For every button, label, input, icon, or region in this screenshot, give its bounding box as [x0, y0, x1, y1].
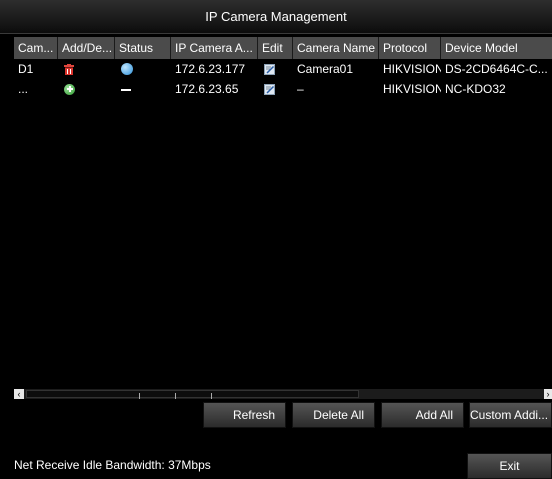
online-status-icon	[121, 63, 133, 75]
cell-protocol: HIKVISION	[383, 82, 441, 96]
refresh-button[interactable]: Refresh	[203, 402, 286, 428]
scroll-right-arrow-icon[interactable]: ›	[544, 389, 552, 399]
horizontal-scrollbar[interactable]: ‹ ›	[14, 389, 552, 399]
table-header: Cam... Add/De... Status IP Camera A... E…	[14, 37, 552, 59]
window-title-text: IP Camera Management	[205, 9, 347, 24]
table-row[interactable]: ... 172.6.23.65 – HIKVISION NC-KDO32	[14, 79, 552, 99]
custom-add-button[interactable]: Custom Addi...	[469, 402, 552, 428]
cell-ip-address: 172.6.23.65	[175, 82, 239, 96]
cell-device-model: DS-2CD6464C-C...	[445, 62, 548, 76]
header-device-model[interactable]: Device Model	[441, 37, 552, 59]
header-protocol[interactable]: Protocol	[379, 37, 441, 59]
table-row[interactable]: D1 172.6.23.177 Camera01 HIKVISION DS-2C…	[14, 59, 552, 79]
scrollbar-tick	[139, 393, 140, 399]
scrollbar-tick	[211, 393, 212, 399]
header-add-delete[interactable]: Add/De...	[58, 37, 115, 59]
cell-ip-address: 172.6.23.177	[175, 62, 246, 76]
camera-table: Cam... Add/De... Status IP Camera A... E…	[14, 37, 552, 387]
header-camera[interactable]: Cam...	[14, 37, 58, 59]
add-all-button[interactable]: Add All	[381, 402, 464, 428]
edit-icon[interactable]	[264, 63, 275, 75]
delete-all-button[interactable]: Delete All	[292, 402, 375, 428]
edit-icon[interactable]	[264, 83, 275, 95]
cell-camera-name: Camera01	[297, 62, 354, 76]
scrollbar-thumb[interactable]	[26, 390, 359, 399]
header-edit[interactable]: Edit	[258, 37, 293, 59]
exit-button[interactable]: Exit	[467, 453, 552, 479]
cell-camera: ...	[18, 82, 29, 96]
scrollbar-tick	[175, 393, 176, 399]
cell-camera: D1	[18, 62, 34, 76]
ip-camera-management-window: IP Camera Management Cam... Add/De... St…	[0, 0, 552, 479]
header-camera-name[interactable]: Camera Name	[293, 37, 379, 59]
header-ip-address[interactable]: IP Camera A...	[171, 37, 258, 59]
no-status-dash	[121, 88, 131, 91]
window-title: IP Camera Management	[0, 0, 552, 34]
cell-device-model: NC-KDO32	[445, 82, 506, 96]
scroll-left-arrow-icon[interactable]: ‹	[14, 389, 24, 399]
bandwidth-status: Net Receive Idle Bandwidth: 37Mbps	[14, 458, 211, 472]
delete-icon[interactable]	[64, 63, 74, 75]
add-icon[interactable]	[64, 83, 75, 95]
cell-protocol: HIKVISION	[383, 62, 441, 76]
cell-camera-name: –	[297, 82, 304, 96]
header-status[interactable]: Status	[115, 37, 171, 59]
